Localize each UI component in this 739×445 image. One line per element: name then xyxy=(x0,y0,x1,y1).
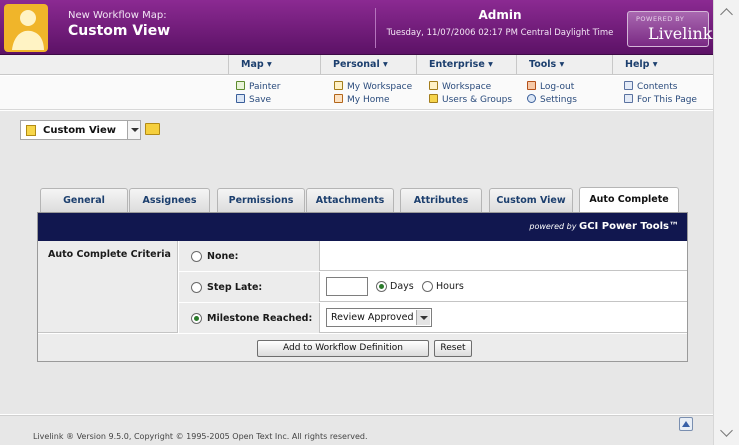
option-row-none: None: xyxy=(179,241,687,271)
menu-map[interactable]: Map ▾ xyxy=(228,55,320,75)
none-label: None: xyxy=(207,251,239,262)
milestone-radio[interactable] xyxy=(191,313,202,324)
menu-enterprise[interactable]: Enterprise ▾ xyxy=(416,55,516,75)
app-header: New Workflow Map: Custom View Admin Tues… xyxy=(0,0,713,55)
shortcut-workspace-label: Workspace xyxy=(442,82,492,92)
scroll-down-icon[interactable] xyxy=(720,426,734,440)
vertical-scrollbar[interactable] xyxy=(713,0,739,445)
settings-icon xyxy=(527,94,536,103)
milestone-select[interactable]: Review Approved xyxy=(326,308,432,327)
custom-view-label: Custom View xyxy=(43,125,116,136)
menu-help[interactable]: Help ▾ xyxy=(612,55,713,75)
shortcut-settings-label: Settings xyxy=(540,95,577,105)
shortcut-contents[interactable]: Contents xyxy=(624,81,677,92)
days-radio[interactable] xyxy=(376,281,387,292)
criteria-label-cell: Auto Complete Criteria xyxy=(38,241,178,333)
brand-name: Livelink xyxy=(648,24,713,43)
shortcut-for-this-page[interactable]: For This Page xyxy=(624,94,697,105)
milestone-selected-value: Review Approved xyxy=(331,312,414,323)
brand-powered-by: POWERED BY xyxy=(636,15,685,23)
shortcut-my-workspace-label: My Workspace xyxy=(347,82,413,92)
hours-label: Hours xyxy=(436,281,464,292)
powered-by-banner: powered by GCI Power Tools™ xyxy=(38,213,687,241)
option-row-milestone: Milestone Reached: Review Approved xyxy=(179,303,687,333)
add-to-workflow-button[interactable]: Add to Workflow Definition xyxy=(257,340,429,357)
reset-button[interactable]: Reset xyxy=(434,340,472,357)
powered-by-prefix: powered by xyxy=(529,222,577,231)
option-cell-milestone: Milestone Reached: xyxy=(179,303,320,333)
shortcut-workspace[interactable]: Workspace xyxy=(429,81,491,92)
shortcut-log-out[interactable]: Log-out xyxy=(527,81,574,92)
tab-attachments[interactable]: Attachments xyxy=(306,188,394,212)
livelink-brand-logo: POWERED BY Livelink xyxy=(627,11,713,47)
page-title: Custom View xyxy=(68,23,171,39)
shortcut-my-home-label: My Home xyxy=(347,95,390,105)
tab-permissions[interactable]: Permissions xyxy=(217,188,305,212)
log-out-icon xyxy=(527,81,536,90)
shortcut-save-label: Save xyxy=(249,95,272,105)
days-label: Days xyxy=(390,281,414,292)
option-cell-none: None: xyxy=(179,241,320,271)
shortcut-my-home[interactable]: My Home xyxy=(334,94,390,105)
option-row-step-late: Step Late: Days Hours xyxy=(179,272,687,302)
save-icon xyxy=(236,94,245,103)
powered-by-text: powered by GCI Power Tools™ xyxy=(529,221,679,232)
tab-assignees[interactable]: Assignees xyxy=(129,188,210,212)
painter-icon xyxy=(236,81,245,90)
tab-general[interactable]: General xyxy=(40,188,128,212)
milestone-label: Milestone Reached: xyxy=(207,313,313,324)
shortcut-settings[interactable]: Settings xyxy=(527,94,577,105)
shortcut-log-out-label: Log-out xyxy=(540,82,575,92)
menu-tools[interactable]: Tools ▾ xyxy=(516,55,612,75)
step-late-amount-input[interactable] xyxy=(326,277,368,296)
current-datetime: Tuesday, 11/07/2006 02:17 PM Central Day… xyxy=(386,28,614,38)
workspace-edit-icon xyxy=(334,81,343,90)
shortcut-users-groups-label: Users & Groups xyxy=(442,95,513,105)
scroll-up-icon[interactable] xyxy=(720,6,734,20)
option-cell-step-late: Step Late: xyxy=(179,272,320,302)
folder-icon[interactable] xyxy=(145,123,160,135)
shortcut-my-workspace[interactable]: My Workspace xyxy=(334,81,412,92)
chevron-down-icon[interactable] xyxy=(416,310,430,325)
tab-auto-complete[interactable]: Auto Complete xyxy=(579,187,679,213)
page-subtitle: New Workflow Map: xyxy=(68,10,167,21)
custom-view-dropdown-button[interactable] xyxy=(127,120,141,140)
auto-complete-panel: powered by GCI Power Tools™ Auto Complet… xyxy=(37,212,688,362)
menu-shortcuts: Painter Save My Workspace My Home Worksp… xyxy=(0,76,713,110)
workflow-map-logo-icon xyxy=(4,4,48,52)
users-groups-icon xyxy=(429,94,438,103)
contents-icon xyxy=(624,81,633,90)
powered-by-brand: GCI Power Tools™ xyxy=(579,221,679,232)
criteria-label: Auto Complete Criteria xyxy=(48,249,171,260)
shortcut-users-groups[interactable]: Users & Groups xyxy=(429,94,512,105)
shortcut-painter[interactable]: Painter xyxy=(236,81,281,92)
shortcut-save[interactable]: Save xyxy=(236,94,271,105)
action-buttons-row: Add to Workflow Definition Reset xyxy=(38,334,687,361)
page-footer: Livelink ® Version 9.5.0, Copyright © 19… xyxy=(0,415,713,445)
shortcut-contents-label: Contents xyxy=(637,82,678,92)
shortcut-painter-label: Painter xyxy=(249,82,281,92)
enterprise-workspace-icon xyxy=(429,81,438,90)
menu-personal[interactable]: Personal ▾ xyxy=(320,55,416,75)
tab-attributes[interactable]: Attributes xyxy=(400,188,482,212)
user-name: Admin xyxy=(478,8,522,22)
custom-view-icon xyxy=(26,125,36,136)
global-menu-bar: Map ▾ Personal ▾ Enterprise ▾ Tools ▾ He… xyxy=(0,55,713,75)
header-divider xyxy=(375,8,376,48)
home-icon xyxy=(334,94,343,103)
back-to-top-icon[interactable] xyxy=(679,417,693,431)
hours-radio[interactable] xyxy=(422,281,433,292)
none-radio[interactable] xyxy=(191,251,202,262)
step-late-label: Step Late: xyxy=(207,282,263,293)
shortcut-for-this-page-label: For This Page xyxy=(637,95,697,105)
step-late-radio[interactable] xyxy=(191,282,202,293)
help-page-icon xyxy=(624,94,633,103)
tab-custom-view[interactable]: Custom View xyxy=(489,188,573,212)
copyright-text: Livelink ® Version 9.5.0, Copyright © 19… xyxy=(33,432,368,441)
custom-view-selector[interactable]: Custom View xyxy=(20,120,128,140)
